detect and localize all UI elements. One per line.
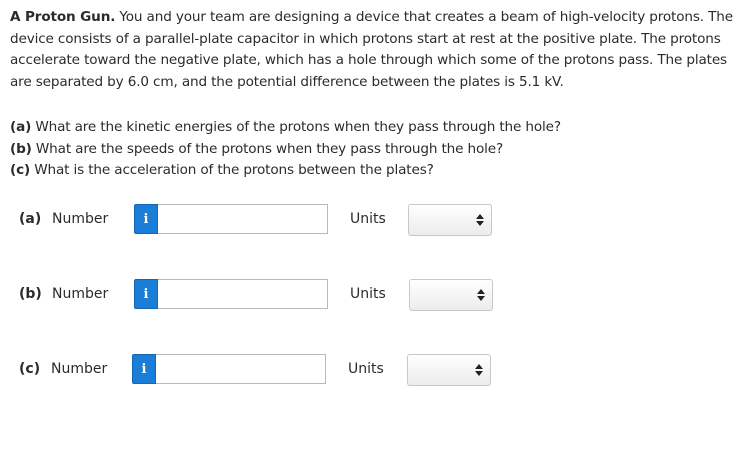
info-icon[interactable]: i — [134, 204, 158, 234]
answer-b-part-label: (b) — [19, 286, 42, 302]
up-down-arrows-icon — [477, 289, 485, 301]
question-a: (a) What are the kinetic energies of the… — [10, 117, 745, 139]
problem-text: You and your team are designing a device… — [10, 9, 733, 90]
answer-row-c: (c) Number i Units — [0, 352, 753, 386]
answer-a-units-label: Units — [350, 211, 386, 227]
answer-b-units-label: Units — [350, 286, 386, 302]
question-b-text: What are the speeds of the protons when … — [31, 140, 504, 157]
answer-b-number-label: Number — [52, 286, 109, 302]
question-list: (a) What are the kinetic energies of the… — [10, 117, 745, 182]
answer-row-a: (a) Number i Units — [0, 202, 753, 236]
up-down-arrows-icon — [475, 364, 483, 376]
answer-b-units-select[interactable] — [409, 279, 493, 311]
answer-b-number-input[interactable] — [158, 279, 328, 309]
question-a-label: (a) — [10, 119, 32, 135]
question-a-text: What are the kinetic energies of the pro… — [31, 119, 561, 135]
problem-title: A Proton Gun. — [10, 9, 116, 25]
answer-c-units-select[interactable] — [407, 354, 491, 386]
up-down-arrows-icon — [476, 214, 484, 226]
answer-a-number-input[interactable] — [158, 204, 328, 234]
info-icon[interactable]: i — [132, 354, 156, 384]
question-b: (b) What are the speeds of the protons w… — [10, 139, 745, 161]
answer-a-number-label: Number — [52, 211, 109, 227]
answer-a-part-label: (a) — [19, 211, 42, 227]
question-c: (c) What is the acceleration of the prot… — [10, 160, 745, 182]
question-c-label: (c) — [10, 162, 31, 178]
answer-a-units-select[interactable] — [408, 204, 492, 236]
answer-c-part-label: (c) — [19, 361, 41, 377]
answer-c-number-label: Number — [51, 361, 108, 377]
answer-c-units-label: Units — [348, 361, 384, 377]
problem-paragraph: A Proton Gun. You and your team are desi… — [10, 7, 745, 93]
question-b-label: (b) — [10, 140, 32, 157]
answer-c-number-input[interactable] — [156, 354, 326, 384]
answer-row-b: (b) Number i Units — [0, 277, 753, 311]
problem-statement: A Proton Gun. You and your team are desi… — [10, 7, 745, 93]
info-icon[interactable]: i — [134, 279, 158, 309]
question-c-text: What is the acceleration of the protons … — [30, 162, 434, 178]
